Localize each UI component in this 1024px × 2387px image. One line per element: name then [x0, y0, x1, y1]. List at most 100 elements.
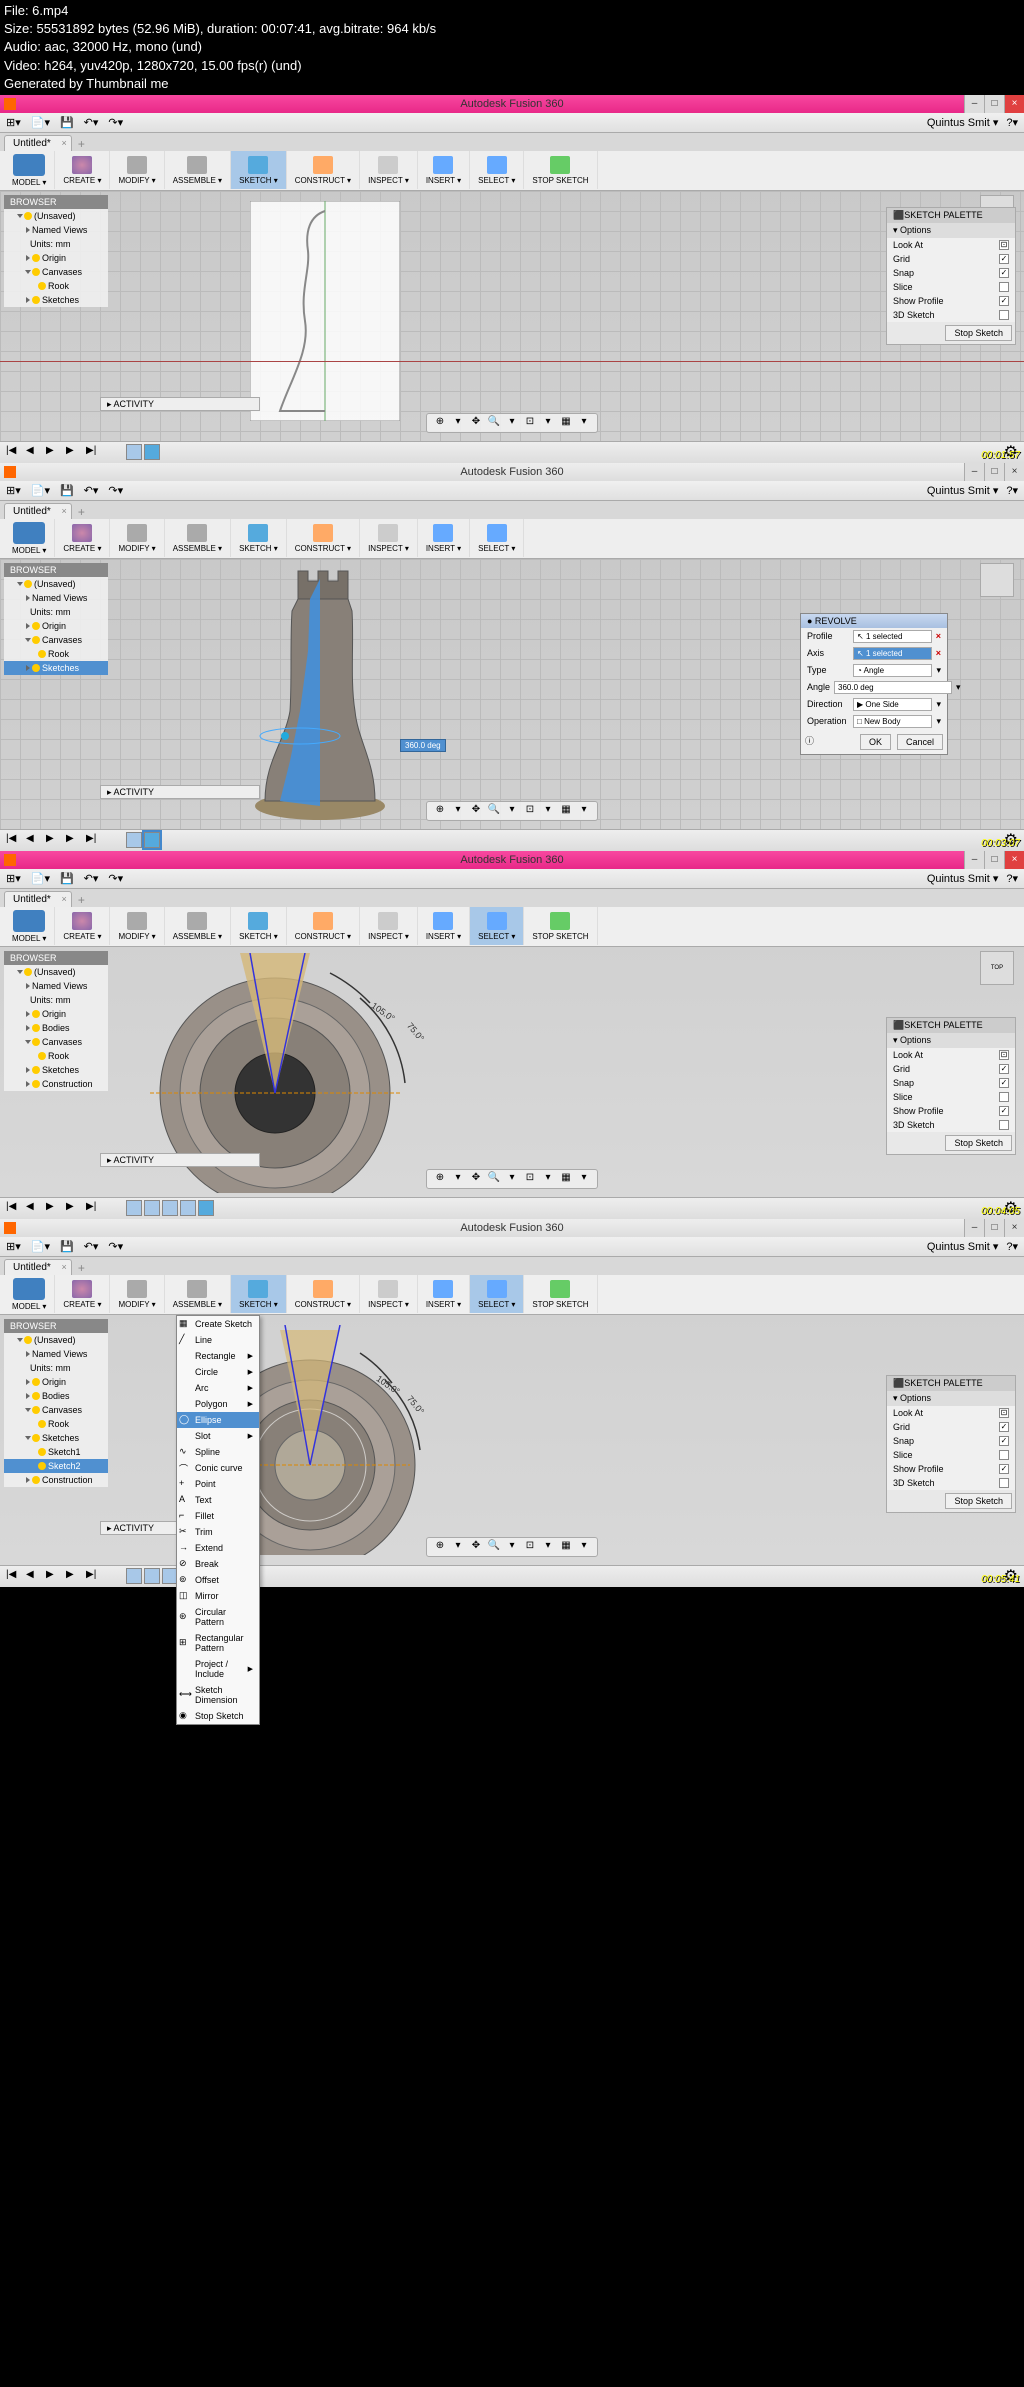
palette-grid[interactable]: Grid✓: [887, 252, 1015, 266]
browser-bodies[interactable]: Bodies: [4, 1389, 108, 1403]
pan-icon[interactable]: ✥: [469, 1540, 483, 1554]
browser-root[interactable]: (Unsaved): [4, 1333, 108, 1347]
palette-lookat[interactable]: Look At⊡: [887, 1048, 1015, 1062]
timeline-start[interactable]: |◀: [6, 1569, 20, 1583]
info-icon[interactable]: ⓘ: [805, 734, 814, 750]
palette-options-header[interactable]: ▾ Options: [887, 1033, 1015, 1048]
insert-button[interactable]: INSERT ▾: [418, 519, 470, 557]
close-button[interactable]: ×: [1004, 95, 1024, 113]
navigation-bar[interactable]: ⊕▾✥🔍▾⊡▾▦▾: [426, 413, 598, 433]
maximize-button[interactable]: □: [984, 1219, 1004, 1237]
close-button[interactable]: ×: [1004, 463, 1024, 481]
viewcube[interactable]: [980, 563, 1014, 597]
redo-icon[interactable]: ↷▾: [108, 1240, 123, 1253]
ctx-text[interactable]: AText: [177, 1492, 259, 1508]
cancel-button[interactable]: Cancel: [897, 734, 943, 750]
document-tab[interactable]: Untitled*×: [4, 135, 72, 151]
palette-header[interactable]: ⬛ SKETCH PALETTE: [887, 1376, 1015, 1391]
browser-sketch1[interactable]: Sketch1: [4, 1445, 108, 1459]
profile-select[interactable]: ↖ 1 selected: [853, 630, 932, 643]
timeline-op[interactable]: [198, 1200, 214, 1216]
assemble-button[interactable]: ASSEMBLE ▾: [165, 151, 231, 189]
tab-close-icon[interactable]: ×: [62, 894, 67, 904]
display-icon[interactable]: ▦: [559, 416, 573, 430]
palette-lookat[interactable]: Look At⊡: [887, 1406, 1015, 1420]
palette-grid[interactable]: Grid✓: [887, 1062, 1015, 1076]
ctx-circle[interactable]: Circle▶: [177, 1364, 259, 1380]
sketch-button[interactable]: SKETCH ▾: [231, 151, 287, 189]
browser-rook[interactable]: Rook: [4, 1049, 108, 1063]
palette-lookat[interactable]: Look At⊡: [887, 238, 1015, 252]
timeline-play[interactable]: ▶: [46, 1569, 60, 1583]
save-icon[interactable]: 💾: [60, 1240, 74, 1253]
browser-canvases[interactable]: Canvases: [4, 633, 108, 647]
inspect-button[interactable]: INSPECT ▾: [360, 151, 418, 189]
new-tab-button[interactable]: +: [78, 137, 85, 151]
palette-slice[interactable]: Slice: [887, 280, 1015, 294]
browser-header[interactable]: BROWSER: [4, 195, 108, 209]
browser-root[interactable]: (Unsaved): [4, 577, 108, 591]
zoom-icon[interactable]: 🔍: [487, 1540, 501, 1554]
orbit-icon[interactable]: ⊕: [433, 416, 447, 430]
create-button[interactable]: CREATE ▾: [55, 151, 110, 189]
activity-bar[interactable]: ▸ ACTIVITY: [100, 397, 260, 411]
maximize-button[interactable]: □: [984, 95, 1004, 113]
profile-clear[interactable]: ×: [936, 631, 941, 641]
sketch-button[interactable]: SKETCH ▾: [231, 907, 287, 945]
browser-named-views[interactable]: Named Views: [4, 591, 108, 605]
user-menu[interactable]: Quintus Smit ▾: [927, 1240, 999, 1253]
activity-bar[interactable]: ▸ ACTIVITY: [100, 785, 260, 799]
timeline-op[interactable]: [144, 1568, 160, 1584]
select-button[interactable]: SELECT ▾: [470, 907, 524, 945]
undo-icon[interactable]: ↶▾: [84, 1240, 99, 1253]
insert-button[interactable]: INSERT ▾: [418, 907, 470, 945]
timeline-start[interactable]: |◀: [6, 833, 20, 847]
timeline-fwd[interactable]: ▶: [66, 445, 80, 459]
browser-construction[interactable]: Construction: [4, 1473, 108, 1487]
browser-header[interactable]: BROWSER: [4, 1319, 108, 1333]
browser-units[interactable]: Units: mm: [4, 605, 108, 619]
palette-snap[interactable]: Snap✓: [887, 266, 1015, 280]
ctx-mirror[interactable]: ◫Mirror: [177, 1588, 259, 1604]
ctx-line[interactable]: ╱Line: [177, 1332, 259, 1348]
inspect-button[interactable]: INSPECT ▾: [360, 1275, 418, 1313]
grid-icon[interactable]: ⊞▾: [6, 872, 21, 885]
browser-origin[interactable]: Origin: [4, 1007, 108, 1021]
save-icon[interactable]: 💾: [60, 484, 74, 497]
inspect-button[interactable]: INSPECT ▾: [360, 519, 418, 557]
timeline-op[interactable]: [144, 832, 160, 848]
timeline-op[interactable]: [126, 832, 142, 848]
file-icon[interactable]: 📄▾: [31, 1240, 50, 1253]
browser-rook[interactable]: Rook: [4, 1417, 108, 1431]
timeline-op[interactable]: [144, 444, 160, 460]
stop-sketch-button[interactable]: STOP SKETCH: [524, 1275, 597, 1313]
browser-units[interactable]: Units: mm: [4, 237, 108, 251]
palette-slice[interactable]: Slice: [887, 1448, 1015, 1462]
palette-stop-sketch[interactable]: Stop Sketch: [945, 1493, 1012, 1509]
timeline-back[interactable]: ◀: [26, 833, 40, 847]
new-tab-button[interactable]: +: [78, 1261, 85, 1275]
create-button[interactable]: CREATE ▾: [55, 519, 110, 557]
display-icon[interactable]: ▦: [559, 804, 573, 818]
minimize-button[interactable]: –: [964, 1219, 984, 1237]
document-tab[interactable]: Untitled*×: [4, 503, 72, 519]
pan-icon[interactable]: ✥: [469, 804, 483, 818]
model-button[interactable]: MODEL ▾: [4, 519, 55, 557]
ctx-spline[interactable]: ∿Spline: [177, 1444, 259, 1460]
browser-sketches[interactable]: Sketches: [4, 661, 108, 675]
palette-3d[interactable]: 3D Sketch: [887, 1118, 1015, 1132]
orbit-icon[interactable]: ⊕: [433, 1172, 447, 1186]
browser-sketch2[interactable]: Sketch2: [4, 1459, 108, 1473]
type-select[interactable]: ◔ Angle: [853, 664, 932, 677]
browser-origin[interactable]: Origin: [4, 1375, 108, 1389]
browser-named-views[interactable]: Named Views: [4, 1347, 108, 1361]
select-button[interactable]: SELECT ▾: [470, 151, 524, 189]
new-tab-button[interactable]: +: [78, 505, 85, 519]
maximize-button[interactable]: □: [984, 463, 1004, 481]
create-button[interactable]: CREATE ▾: [55, 907, 110, 945]
save-icon[interactable]: 💾: [60, 116, 74, 129]
operation-select[interactable]: □ New Body: [853, 715, 932, 728]
ctx-polygon[interactable]: Polygon▶: [177, 1396, 259, 1412]
timeline-end[interactable]: ▶|: [86, 833, 100, 847]
stop-sketch-button[interactable]: STOP SKETCH: [524, 907, 597, 945]
